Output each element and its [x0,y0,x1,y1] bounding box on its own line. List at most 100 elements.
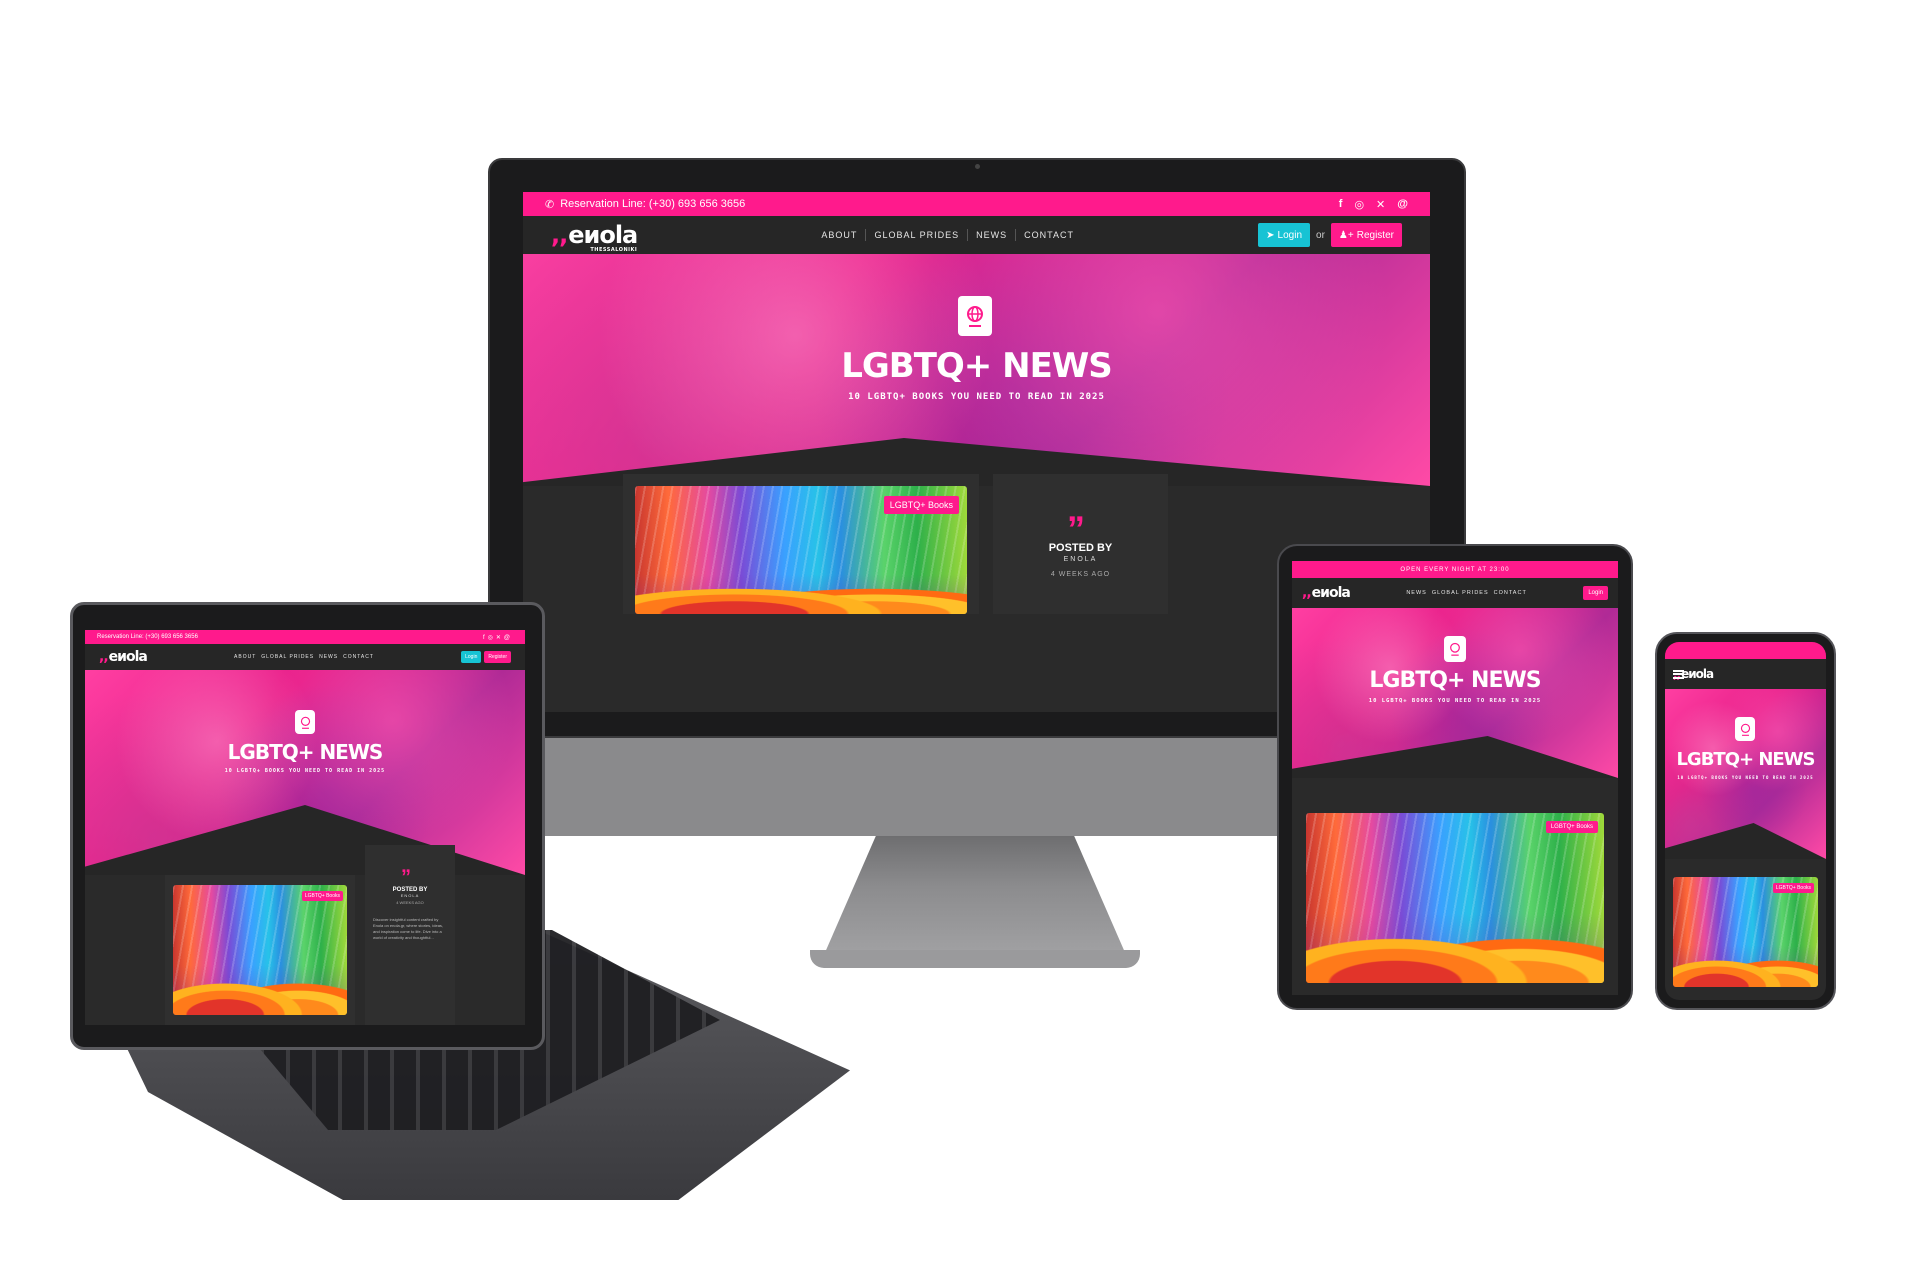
main-menu: NEWS GLOBAL PRIDES CONTACT [1406,590,1527,596]
nav-divider [1015,229,1017,241]
nav-divider [865,229,867,241]
hero-subtitle: 10 LGBTQ+ BOOKS YOU NEED TO READ IN 2025 [224,768,386,774]
user-plus-icon: ♟+ [1338,229,1354,241]
passport-globe-icon [1735,717,1755,741]
nav-about[interactable]: ABOUT [821,230,857,240]
login-icon: ➤ [1266,229,1275,241]
login-button[interactable]: Login [1583,586,1608,600]
posted-by-block: POSTED BY ENOLA 4 WEEKS AGO [365,887,455,905]
login-label: Login [465,654,478,660]
logo-text: eиola [568,221,638,249]
hero-banner: LGBTQ+ NEWS 10 LGBTQ+ BOOKS YOU NEED TO … [1292,608,1618,778]
navbar: ,, eиola [1665,659,1826,689]
hero-banner: LGBTQ+ NEWS 10 LGBTQ+ BOOKS YOU NEED TO … [523,254,1430,486]
instagram-icon[interactable]: ◎ [1354,198,1364,211]
post-image[interactable]: LGBTQ+ Books [635,486,967,614]
quote-mark-icon: ,, [1302,585,1312,601]
social-links: f◎✕@ [482,634,513,641]
auth-buttons: ➤ Login or ♟+ Register [1258,223,1402,247]
social-links: f ◎ ✕ @ [1339,198,1408,211]
hamburger-menu-icon[interactable] [1673,669,1684,679]
logo-text: eиola [108,649,148,665]
post-date: 4 WEEKS AGO [1050,571,1111,578]
passport-globe-icon [958,296,992,336]
nav-global-prides[interactable]: GLOBAL PRIDES [874,230,959,240]
nav-news[interactable]: NEWS [319,654,338,660]
book-pages [1673,945,1818,987]
hero-subtitle: 10 LGBTQ+ BOOKS YOU NEED TO READ IN 2025 [848,392,1105,402]
post-tag[interactable]: LGBTQ+ Books [883,496,959,514]
hero-title: LGBTQ+ NEWS [841,346,1113,386]
post-image-card: LGBTQ+ Books [165,875,355,1025]
navbar: ,, eиola ABOUT GLOBAL PRIDES NEWS CONTAC… [85,644,525,670]
register-button[interactable]: Register [484,651,511,663]
post-tag[interactable]: LGBTQ+ Books [1772,883,1814,893]
post-image[interactable]: LGBTQ+ Books [1306,813,1604,983]
post-date: 4 WEEKS AGO [396,900,424,905]
top-bar: OPEN EVERY NIGHT AT 23:00 [1292,561,1618,578]
x-icon[interactable]: ✕ [1376,198,1385,211]
phone-site: ,, eиola LGBTQ+ NEWS 10 LGBTQ+ BOOKS YOU… [1665,642,1826,1000]
tablet-site: OPEN EVERY NIGHT AT 23:00 ,, eиola NEWS … [1292,561,1618,995]
login-button[interactable]: Login [461,651,482,663]
logo-subtitle: THESSALONIKI [590,247,638,253]
author-card: „ POSTED BY ENOLA 4 WEEKS AGO [993,474,1168,614]
logo[interactable]: ,, eиola [99,649,148,665]
post-image[interactable]: LGBTQ+ Books [1673,877,1818,987]
logo[interactable]: ,, eиola [1302,585,1351,601]
nav-about[interactable]: ABOUT [234,654,256,660]
register-button[interactable]: ♟+ Register [1330,223,1402,247]
navbar: ,, eиola THESSALONIKI ABOUT GLOBAL PRIDE… [523,216,1430,254]
threads-icon[interactable]: @ [1397,198,1408,211]
hero-banner: LGBTQ+ NEWS 10 LGBTQ+ BOOKS YOU NEED TO … [1665,689,1826,859]
open-notice: OPEN EVERY NIGHT AT 23:00 [1400,566,1510,573]
top-bar [1665,642,1826,659]
hero-wedge [85,805,525,875]
hero-wedge [1292,736,1618,778]
nav-contact[interactable]: CONTACT [343,654,374,660]
post-image[interactable]: LGBTQ+ Books [173,885,347,1015]
nav-global-prides[interactable]: GLOBAL PRIDES [261,654,314,660]
hero-wedge [1665,823,1826,859]
quote-mark-icon: ,, [551,221,568,249]
or-text: or [1316,229,1325,241]
post-tag[interactable]: LGBTQ+ Books [301,891,343,901]
hero-title: LGBTQ+ NEWS [227,740,384,764]
logo-text: eиola [1681,667,1714,681]
book-pages [1306,913,1604,983]
hero-subtitle: 10 LGBTQ+ BOOKS YOU NEED TO READ IN 2025 [1368,698,1542,704]
nav-news[interactable]: NEWS [1406,590,1427,596]
nav-contact[interactable]: CONTACT [1494,590,1527,596]
logo[interactable]: ,, eиola THESSALONIKI [551,221,638,253]
quote-mark-icon: ,, [99,649,109,665]
quote-icon: „ [1067,488,1085,529]
reservation-text: Reservation Line: (+30) 693 656 3656 [560,198,746,210]
register-label: Register [488,654,507,660]
monitor-camera [975,164,980,169]
passport-globe-icon [1444,636,1466,662]
nav-news[interactable]: NEWS [976,230,1007,240]
top-bar: Reservation Line: (+30) 693 656 3656 f◎✕… [85,630,525,644]
monitor-stand [820,836,1130,964]
phone-icon: ✆ [545,198,555,211]
nav-contact[interactable]: CONTACT [1024,230,1074,240]
book-pages [173,965,347,1015]
quote-icon: „ [401,855,411,877]
hero-subtitle: 10 LGBTQ+ BOOKS YOU NEED TO READ IN 2025 [1677,775,1814,780]
author-name[interactable]: ENOLA [365,893,455,898]
login-button[interactable]: ➤ Login [1258,223,1311,247]
facebook-icon[interactable]: f [1339,198,1343,211]
auth-buttons: Login Register [461,651,511,663]
author-name[interactable]: ENOLA [993,556,1168,563]
register-label: Register [1356,229,1394,241]
post-excerpt: Discover insightful content crafted by E… [373,917,444,940]
post-tag[interactable]: LGBTQ+ Books [1545,821,1598,833]
nav-global-prides[interactable]: GLOBAL PRIDES [1432,590,1489,596]
book-pages [635,574,967,614]
top-bar: ✆ Reservation Line: (+30) 693 656 3656 f… [523,192,1430,216]
nav-divider [967,229,969,241]
hero-title: LGBTQ+ NEWS [1676,749,1815,770]
posted-by-label: POSTED BY [1048,542,1113,554]
login-label: Login [1277,229,1303,241]
main-menu: ABOUT GLOBAL PRIDES NEWS CONTACT [821,229,1074,241]
